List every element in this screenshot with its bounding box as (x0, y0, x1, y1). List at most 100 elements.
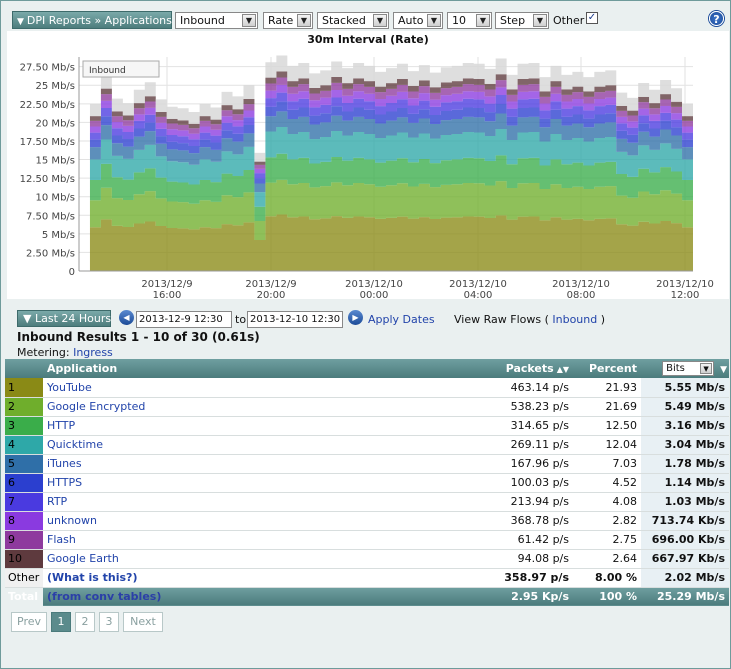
scale-select[interactable]: Auto ▼ (393, 12, 443, 29)
end-date-input[interactable]: 2013-12-10 12:30 (247, 311, 343, 328)
rate-cell: 1.78 Mb/s (641, 454, 729, 474)
prev-page-button[interactable]: Prev (11, 612, 47, 632)
line-type-select[interactable]: Step ▼ (495, 12, 549, 29)
application-header[interactable]: Application (43, 359, 427, 378)
packets-cell: 94.08 p/s (427, 549, 573, 569)
style-select[interactable]: Stacked ▼ (317, 12, 389, 29)
help-icon[interactable]: ? (709, 11, 724, 26)
metric-select[interactable]: Rate ▼ (263, 12, 313, 29)
page-3-button[interactable]: 3 (99, 612, 119, 632)
results-title: Inbound Results 1 - 10 of 30 (0.61s) (17, 330, 260, 344)
y-tick-label: 0 (69, 267, 75, 278)
app-name-cell: unknown (43, 511, 427, 531)
scale-value: Auto (398, 14, 424, 27)
percent-cell: 4.08 (573, 492, 641, 512)
packets-cell: 167.96 p/s (427, 454, 573, 474)
start-date-input[interactable]: 2013-12-9 12:30 (136, 311, 232, 328)
rate-cell: 3.16 Mb/s (641, 416, 729, 436)
app-name-link[interactable]: Google Earth (47, 552, 119, 565)
app-name-link[interactable]: iTunes (47, 457, 82, 470)
line-type-value: Step (500, 14, 526, 27)
style-value: Stacked (322, 14, 366, 27)
row-index: 9 (5, 530, 43, 550)
packets-cell: 314.65 p/s (427, 416, 573, 436)
table-row[interactable]: 10 Google Earth 94.08 p/s 2.64 667.97 Kb/s (5, 549, 729, 569)
app-name-link[interactable]: HTTPS (47, 476, 82, 489)
y-tick-label: 7.50 Mb/s (26, 211, 75, 222)
rate-cell: 3.04 Mb/s (641, 435, 729, 455)
table-row[interactable]: 9 Flash 61.42 p/s 2.75 696.00 Kb/s (5, 530, 729, 550)
rate-cell: 2.02 Mb/s (641, 568, 729, 588)
x-tick-date: 2013/12/10 (656, 279, 714, 290)
app-name-link[interactable]: unknown (47, 514, 97, 527)
metering: Metering: Ingress (17, 346, 113, 359)
table-row[interactable]: 1 YouTube 463.14 p/s 21.93 5.55 Mb/s (5, 378, 729, 398)
applications-table: Application Packets ▲▼ Percent Bits ▼ ▼ 1 Yo… (5, 359, 729, 606)
packets-cell: 2.95 Kp/s (427, 587, 573, 606)
table-row[interactable]: 3 HTTP 314.65 p/s 12.50 3.16 Mb/s (5, 416, 729, 436)
table-header-row: Application Packets ▲▼ Percent Bits ▼ ▼ (5, 359, 729, 378)
column-menu-icon[interactable]: ▼ (720, 365, 727, 375)
y-tick-label: 17.50 Mb/s (20, 137, 75, 148)
time-range-button[interactable]: ▼ Last 24 Hours (17, 310, 111, 327)
x-tick-date: 2013/12/9 (245, 279, 296, 290)
table-row[interactable]: 4 Quicktime 269.11 p/s 12.04 3.04 Mb/s (5, 435, 729, 455)
metering-ingress-link[interactable]: Ingress (73, 346, 113, 359)
table-row[interactable]: 8 unknown 368.78 p/s 2.82 713.74 Kb/s (5, 511, 729, 531)
y-tick-label: 5 Mb/s (42, 230, 75, 241)
apply-dates-link[interactable]: Apply Dates (368, 313, 435, 326)
direction-select[interactable]: Inbound ▼ (175, 12, 258, 29)
app-name-link[interactable]: HTTP (47, 419, 75, 432)
to-label: to (235, 313, 247, 326)
percent-cell: 21.93 (573, 378, 641, 398)
prev-range-icon[interactable]: ◀ (119, 310, 134, 325)
next-range-icon[interactable]: ▶ (348, 310, 363, 325)
row-index: Total (8, 590, 39, 604)
other-checkbox[interactable]: ✓ (586, 12, 598, 24)
app-name-cell: Google Encrypted (43, 397, 427, 417)
row-index: 6 (5, 473, 43, 493)
packets-cell: 463.14 p/s (427, 378, 573, 398)
app-name-link[interactable]: Flash (47, 533, 76, 546)
x-tick-date: 2013/12/10 (449, 279, 507, 290)
packets-cell: 358.97 p/s (427, 568, 573, 588)
y-tick-label: 12.50 Mb/s (20, 174, 75, 185)
page-2-button[interactable]: 2 (75, 612, 95, 632)
units-select[interactable]: Bits ▼ (662, 361, 715, 376)
raw-flows-inbound-link[interactable]: Inbound (552, 313, 597, 326)
app-name-cell: Google Earth (43, 549, 427, 569)
app-name-cell: (from conv tables) (43, 587, 427, 606)
table-row[interactable]: 2 Google Encrypted 538.23 p/s 21.69 5.49 Mb/… (5, 397, 729, 417)
count-select[interactable]: 10 ▼ (447, 12, 492, 29)
table-row[interactable]: 7 RTP 213.94 p/s 4.08 1.03 Mb/s (5, 492, 729, 512)
y-tick-label: 15 Mb/s (36, 156, 75, 167)
row-index: 10 (5, 549, 43, 569)
app-name-link[interactable]: YouTube (47, 381, 92, 394)
total-row: Total (from conv tables) 2.95 Kp/s 100 % 25.… (5, 587, 729, 606)
sort-icon[interactable]: ▲▼ (557, 365, 569, 374)
app-name-link[interactable]: RTP (47, 495, 67, 508)
report-menu-label: DPI Reports » Applications (26, 14, 172, 27)
percent-header[interactable]: Percent (573, 359, 641, 378)
chevron-down-icon: ▼ (373, 14, 387, 27)
report-menu-button[interactable]: ▼ DPI Reports » Applications (12, 11, 172, 29)
percent-cell: 2.82 (573, 511, 641, 531)
what-is-this-link[interactable]: (What is this?) (47, 571, 137, 584)
percent-cell: 12.50 (573, 416, 641, 436)
percent-cell: 100 % (573, 587, 641, 606)
other-row[interactable]: Other (What is this?) 358.97 p/s 8.00 % 2.02… (5, 568, 729, 588)
direction-value: Inbound (180, 14, 225, 27)
page-1-button[interactable]: 1 (51, 612, 71, 632)
rate-header: Bits ▼ ▼ (641, 359, 729, 378)
table-row[interactable]: 5 iTunes 167.96 p/s 7.03 1.78 Mb/s (5, 454, 729, 474)
packets-header[interactable]: Packets ▲▼ (427, 359, 573, 378)
chevron-down-icon: ▼ (297, 14, 311, 27)
from-conv-tables-link[interactable]: (from conv tables) (47, 590, 161, 603)
next-page-button[interactable]: Next (123, 612, 163, 632)
table-row[interactable]: 6 HTTPS 100.03 p/s 4.52 1.14 Mb/s (5, 473, 729, 493)
packets-cell: 269.11 p/s (427, 435, 573, 455)
app-name-link[interactable]: Quicktime (47, 438, 103, 451)
app-name-link[interactable]: Google Encrypted (47, 400, 145, 413)
dpi-report-window: ▼ DPI Reports » Applications Inbound ▼ Rat… (0, 0, 731, 669)
raw-flows-paren: ( (544, 313, 549, 326)
